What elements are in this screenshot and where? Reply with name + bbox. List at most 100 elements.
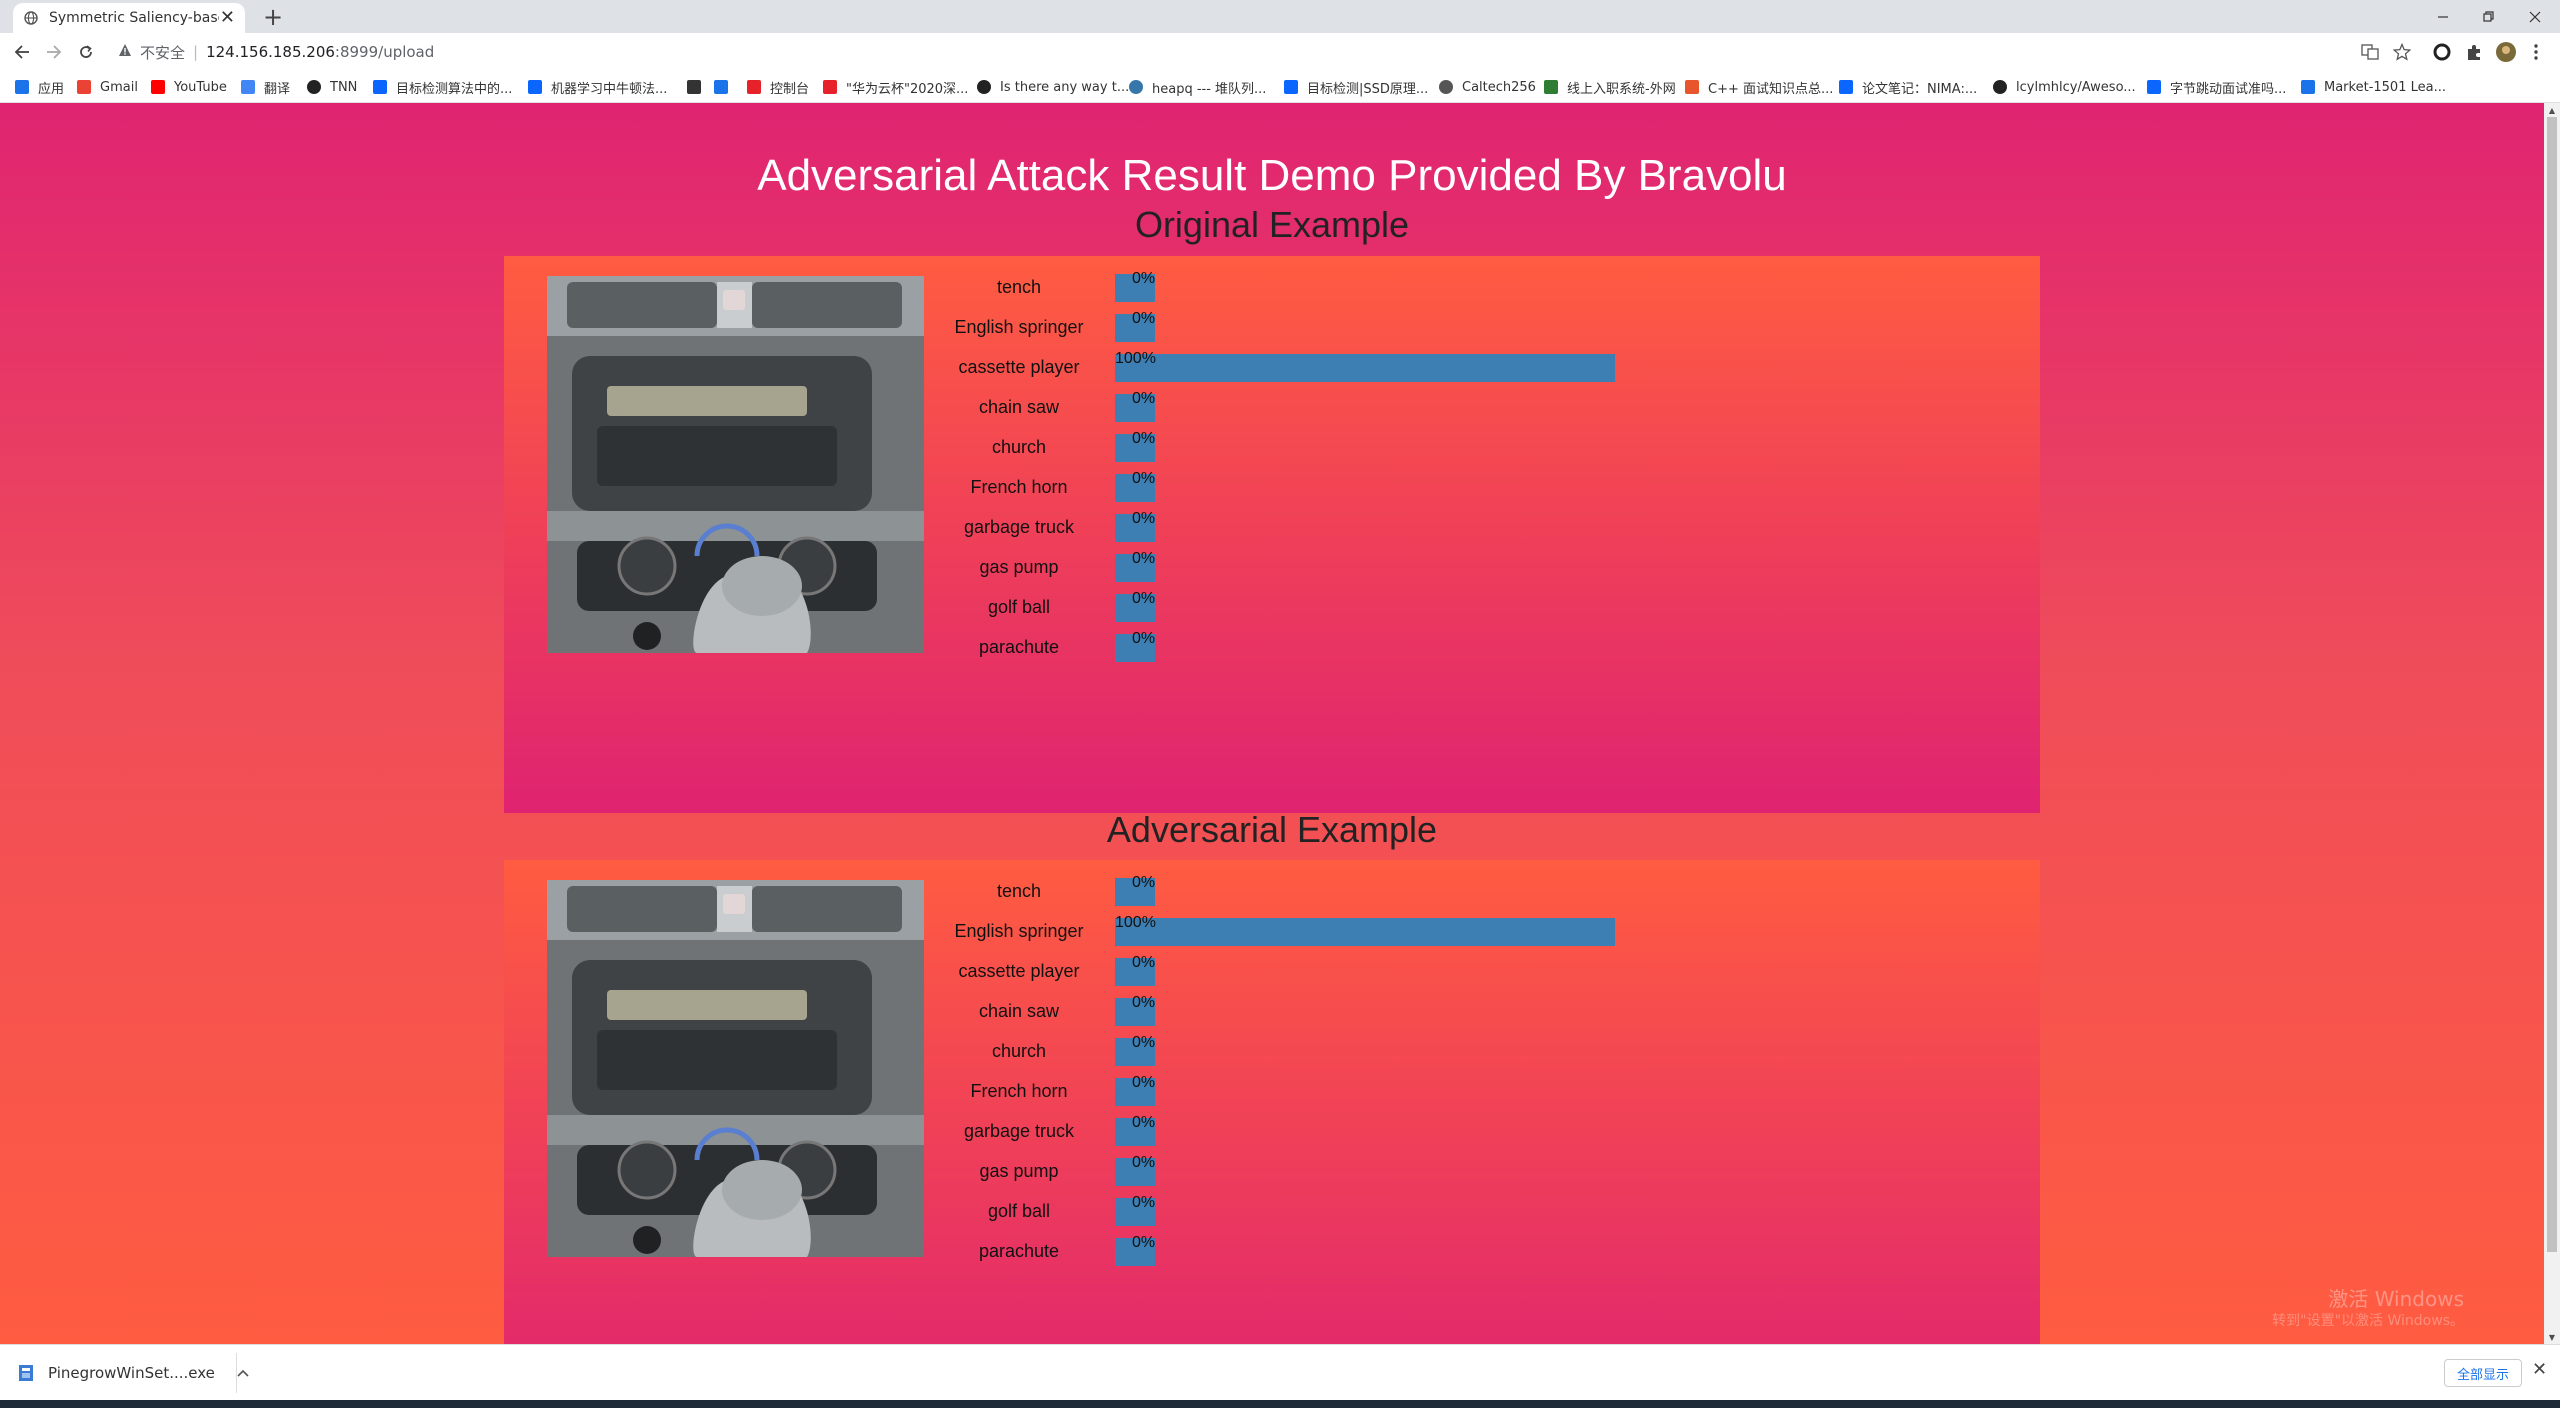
prediction-row: golf ball 0%: [944, 1194, 2034, 1234]
star-icon[interactable]: [2390, 40, 2414, 64]
window-close-button[interactable]: [2512, 0, 2558, 33]
bookmark-label: YouTube: [174, 79, 227, 95]
probability-text: 0%: [1132, 1074, 1156, 1091]
download-divider: [236, 1353, 237, 1393]
probability-bar: [1115, 918, 1615, 946]
bookmark-label: C++ 面试知识点总...: [1708, 81, 1834, 97]
minimize-button[interactable]: [2420, 0, 2466, 33]
probability-text: 0%: [1132, 1154, 1156, 1171]
scroll-up-icon[interactable]: ▲: [2544, 103, 2560, 117]
bookmark-item[interactable]: 控制台: [746, 71, 809, 103]
prediction-row: tench 0%: [944, 270, 2034, 310]
bookmark-item[interactable]: 应用: [14, 71, 64, 103]
github-icon: [1992, 79, 2008, 95]
bookmark-item[interactable]: [713, 71, 737, 103]
probability-text: 0%: [1132, 630, 1156, 647]
csdn-icon: [1684, 79, 1700, 95]
bookmark-item[interactable]: lcylmhlcy/Aweso...: [1992, 71, 2136, 103]
extension-icon[interactable]: [2430, 40, 2454, 64]
browser-tab[interactable]: Symmetric Saliency-based Au ✕: [13, 3, 245, 33]
address-bar[interactable]: 不安全 | 124.156.185.206 :8999/upload: [108, 36, 2408, 68]
probability-text: 0%: [1132, 1034, 1156, 1051]
download-filename: PinegrowWinSet....exe: [48, 1364, 215, 1382]
probability-text: 0%: [1132, 510, 1156, 527]
prediction-row: church 0%: [944, 1034, 2034, 1074]
prediction-label: parachute: [978, 1241, 1060, 1261]
prediction-row: tench 0%: [944, 874, 2034, 914]
show-all-downloads-button[interactable]: 全部显示: [2444, 1359, 2523, 1387]
bookmarks-bar: 应用 Gmail YouTube 翻译 TNN 目标检测算法中的... 机器学习中牛顿法..…: [0, 71, 2560, 103]
prediction-label: French horn: [970, 477, 1068, 497]
scrollbar-thumb[interactable]: [2547, 117, 2557, 1252]
browser-toolbar: 不安全 | 124.156.185.206 :8999/upload: [0, 33, 2560, 71]
reload-button[interactable]: [72, 38, 100, 66]
prediction-label: English springer: [954, 921, 1084, 941]
bookmark-item[interactable]: Is there any way t...: [976, 71, 1129, 103]
bookmark-item[interactable]: 线上入职系统-外网: [1543, 71, 1676, 103]
probability-text: 0%: [1132, 390, 1156, 407]
prediction-row: cassette player 0%: [944, 954, 2034, 994]
bookmark-item[interactable]: Gmail: [76, 71, 138, 103]
forward-button[interactable]: [40, 38, 68, 66]
warning-icon: [118, 43, 132, 61]
download-item[interactable]: PinegrowWinSet....exe: [18, 1357, 249, 1389]
bookmark-item[interactable]: Caltech256: [1438, 71, 1536, 103]
bookmark-item[interactable]: 字节跳动面试准吗...: [2146, 71, 2286, 103]
bookmark-item[interactable]: heapq --- 堆队列...: [1128, 71, 1266, 103]
not-secure-label: 不安全: [140, 43, 186, 62]
url-host: 124.156.185.206: [206, 43, 335, 61]
bookmark-item[interactable]: Market-1501 Lea...: [2300, 71, 2446, 103]
bookmark-label: 应用: [38, 81, 65, 97]
probability-text: 0%: [1132, 470, 1156, 487]
installer-file-icon: [18, 1363, 36, 1383]
prediction-label: cassette player: [958, 961, 1080, 981]
bookmark-item[interactable]: 目标检测算法中的...: [372, 71, 512, 103]
prediction-row: parachute 0%: [944, 1234, 2034, 1274]
bookmark-item[interactable]: 翻译: [240, 71, 290, 103]
bookmark-item[interactable]: YouTube: [150, 71, 227, 103]
prediction-row: French horn 0%: [944, 470, 2034, 510]
os-taskbar: [0, 1400, 2560, 1408]
prediction-label: cassette player: [958, 357, 1080, 377]
menu-icon[interactable]: [2524, 40, 2548, 64]
vertical-scrollbar[interactable]: ▲ ▼: [2544, 103, 2560, 1344]
scroll-down-icon[interactable]: ▼: [2544, 1330, 2560, 1344]
apps-grid-icon: [14, 79, 30, 95]
bookmark-item[interactable]: 机器学习中牛顿法...: [527, 71, 667, 103]
prediction-label: tench: [996, 881, 1042, 901]
section-title-original: Original Example: [1134, 204, 1410, 245]
prediction-label: chain saw: [978, 397, 1060, 417]
restore-button[interactable]: [2466, 0, 2512, 33]
python-icon: [1128, 79, 1144, 95]
windows-activation-hint: 转到"设置"以激活 Windows。: [2272, 1313, 2464, 1329]
close-download-shelf-button[interactable]: ✕: [2532, 1359, 2547, 1380]
windows-activation-watermark: 激活 Windows: [2328, 1287, 2464, 1311]
browser-tab-bar: Symmetric Saliency-based Au ✕ +: [0, 0, 2560, 33]
prediction-label: garbage truck: [963, 517, 1075, 537]
bookmark-item[interactable]: TNN: [306, 71, 357, 103]
translate-icon[interactable]: [2358, 40, 2382, 64]
chevron-up-icon[interactable]: [237, 1369, 249, 1377]
bookmark-item[interactable]: [686, 71, 710, 103]
avatar[interactable]: [2494, 40, 2518, 64]
zhihu-icon: [2146, 79, 2162, 95]
new-tab-button[interactable]: +: [259, 3, 287, 31]
bookmark-item[interactable]: "华为云杯"2020深...: [822, 71, 968, 103]
prediction-row: English springer 100%: [944, 914, 2034, 954]
prediction-label: tench: [996, 277, 1042, 297]
tab-close-button[interactable]: ✕: [220, 8, 235, 28]
tab-title: Symmetric Saliency-based Au: [49, 10, 219, 26]
url-path: :8999/upload: [334, 43, 435, 61]
bookmark-item[interactable]: 目标检测|SSD原理...: [1283, 71, 1428, 103]
prediction-row: parachute 0%: [944, 630, 2034, 670]
prediction-label: garbage truck: [963, 1121, 1075, 1141]
huawei-icon: [822, 79, 838, 95]
prediction-row: chain saw 0%: [944, 994, 2034, 1034]
puzzle-icon[interactable]: [2462, 40, 2486, 64]
bookmark-item[interactable]: C++ 面试知识点总...: [1684, 71, 1833, 103]
bookmark-label: 目标检测算法中的...: [396, 81, 513, 97]
bookmark-label: 目标检测|SSD原理...: [1307, 81, 1429, 97]
back-button[interactable]: [8, 38, 36, 66]
bookmark-item[interactable]: 论文笔记：NIMA:...: [1838, 71, 1977, 103]
bookmark-label: heapq --- 堆队列...: [1152, 81, 1267, 97]
